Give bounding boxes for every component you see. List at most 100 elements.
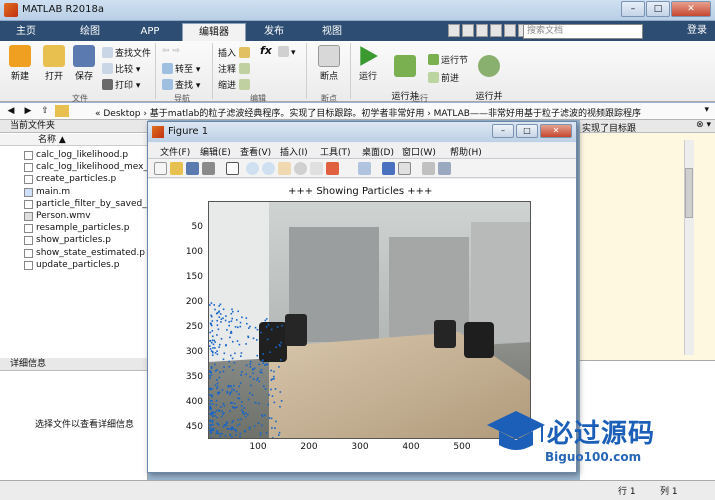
open-button[interactable]: 打开	[40, 45, 68, 82]
list-item[interactable]: calc_log_likelihood.p	[0, 149, 150, 161]
particle	[268, 417, 271, 419]
list-item[interactable]: calc_log_likelihood_mex_h	[0, 161, 154, 173]
advance-button[interactable]: 前进	[428, 71, 459, 84]
format-button[interactable]: ▾	[278, 46, 296, 58]
data-cursor-icon[interactable]	[310, 162, 323, 175]
tab-home[interactable]: 主页	[6, 23, 46, 41]
insert-button[interactable]: 插入	[218, 46, 252, 59]
list-item[interactable]: main.m	[0, 186, 150, 198]
find-button[interactable]: 查找 ▾	[162, 78, 200, 91]
minimize-button[interactable]: –	[621, 1, 645, 17]
new-button[interactable]: 新建	[6, 45, 34, 82]
figure-maximize-button[interactable]: □	[516, 124, 538, 138]
zoom-out-icon[interactable]	[262, 162, 275, 175]
particle	[234, 326, 237, 328]
particle	[236, 406, 238, 408]
print-button[interactable]: 打印 ▾	[102, 78, 140, 91]
quick-undo-icon[interactable]	[504, 24, 516, 37]
login-button[interactable]: 登录	[687, 23, 707, 39]
indent-button[interactable]: 缩进	[218, 78, 252, 91]
brush-icon[interactable]	[326, 162, 339, 175]
breakpoints-button[interactable]: 断点	[312, 45, 346, 82]
quick-copy-icon[interactable]	[476, 24, 488, 37]
divider	[350, 43, 351, 99]
colorbar-icon[interactable]	[382, 162, 395, 175]
nav-back-forward[interactable]: ⇦ ⇨	[162, 46, 180, 56]
particle	[248, 438, 250, 439]
zoom-in-icon[interactable]	[246, 162, 259, 175]
particle	[218, 376, 221, 379]
hide-plot-tools-icon[interactable]	[422, 162, 435, 175]
up-folder-icon[interactable]: ⇧	[38, 105, 52, 117]
editor-tab-label[interactable]: 实现了目标跟	[582, 121, 636, 134]
quick-save-icon[interactable]	[448, 24, 460, 37]
tab-plots[interactable]: 绘图	[70, 23, 110, 41]
scrollbar-thumb[interactable]	[685, 168, 693, 218]
legend-icon[interactable]	[398, 162, 411, 175]
menu-tools[interactable]: 工具(T)	[320, 145, 351, 158]
open-file-icon[interactable]	[170, 162, 183, 175]
quick-cut-icon[interactable]	[462, 24, 474, 37]
forward-icon[interactable]: ▶	[21, 105, 35, 117]
print-figure-icon[interactable]	[202, 162, 215, 175]
particle	[216, 387, 218, 390]
run-section-button[interactable]: 运行节	[428, 53, 468, 66]
save-figure-icon[interactable]	[186, 162, 199, 175]
particle	[244, 438, 246, 439]
list-item[interactable]: create_particles.p	[0, 173, 150, 185]
rotate-icon[interactable]	[294, 162, 307, 175]
back-icon[interactable]: ◀	[4, 105, 18, 117]
browse-folder-icon[interactable]	[55, 105, 69, 117]
editor-area[interactable]	[580, 120, 715, 360]
axes-image[interactable]	[208, 201, 531, 439]
particle	[283, 438, 285, 439]
particle	[272, 438, 274, 439]
particle	[216, 324, 219, 326]
find-files-button[interactable]: 查找文件	[102, 46, 151, 59]
particle	[241, 438, 243, 439]
comment-button[interactable]: 注释	[218, 62, 252, 75]
menu-view[interactable]: 查看(V)	[240, 145, 271, 158]
quick-paste-icon[interactable]	[490, 24, 502, 37]
maximize-button[interactable]: □	[646, 1, 670, 17]
show-plot-tools-icon[interactable]	[438, 162, 451, 175]
save-button[interactable]: 保存	[70, 45, 98, 82]
goto-button[interactable]: 转至 ▾	[162, 62, 200, 75]
tab-apps[interactable]: APP	[130, 23, 170, 41]
list-item[interactable]: particle_filter_by_saved_m	[0, 198, 155, 210]
list-item[interactable]: resample_particles.p	[0, 222, 150, 234]
tab-publish[interactable]: 发布	[252, 23, 296, 41]
menu-insert[interactable]: 插入(I)	[280, 145, 308, 158]
path-dropdown-icon[interactable]: ▾	[704, 105, 709, 115]
pointer-icon[interactable]	[226, 162, 239, 175]
list-item[interactable]: show_particles.p	[0, 234, 150, 246]
list-item[interactable]: update_particles.p	[0, 259, 150, 271]
fx-button[interactable]: fx	[260, 44, 272, 57]
particle	[244, 429, 246, 432]
find-icon	[162, 79, 173, 90]
name-column-header[interactable]: 名称 ▲	[0, 134, 148, 146]
list-item[interactable]: show_state_estimated.p	[0, 247, 150, 259]
pan-icon[interactable]	[278, 162, 291, 175]
search-input[interactable]: 搜索文档	[523, 24, 643, 39]
folder-path[interactable]: « Desktop › 基于matlab的粒子滤波经典程序。实现了目标跟踪。初学…	[95, 106, 685, 119]
menu-file[interactable]: 文件(F)	[160, 145, 190, 158]
figure-close-button[interactable]: ✕	[540, 124, 572, 138]
editor-close-icon[interactable]: ⊗ ▾	[696, 120, 711, 130]
run-button[interactable]: 运行	[354, 45, 382, 82]
figure-minimize-button[interactable]: –	[492, 124, 514, 138]
new-figure-icon[interactable]	[154, 162, 167, 175]
close-button[interactable]: ✕	[671, 1, 711, 17]
particle	[219, 313, 222, 315]
tab-editor[interactable]: 编辑器	[182, 23, 246, 41]
link-plot-icon[interactable]	[358, 162, 371, 175]
particle	[210, 373, 213, 376]
compare-button[interactable]: 比较 ▾	[102, 62, 140, 75]
tab-view[interactable]: 视图	[312, 23, 352, 41]
particle	[280, 341, 282, 344]
menu-help[interactable]: 帮助(H)	[450, 145, 482, 158]
menu-desktop[interactable]: 桌面(D)	[362, 145, 394, 158]
list-item[interactable]: Person.wmv	[0, 210, 150, 222]
menu-edit[interactable]: 编辑(E)	[200, 145, 231, 158]
menu-window[interactable]: 窗口(W)	[402, 145, 436, 158]
